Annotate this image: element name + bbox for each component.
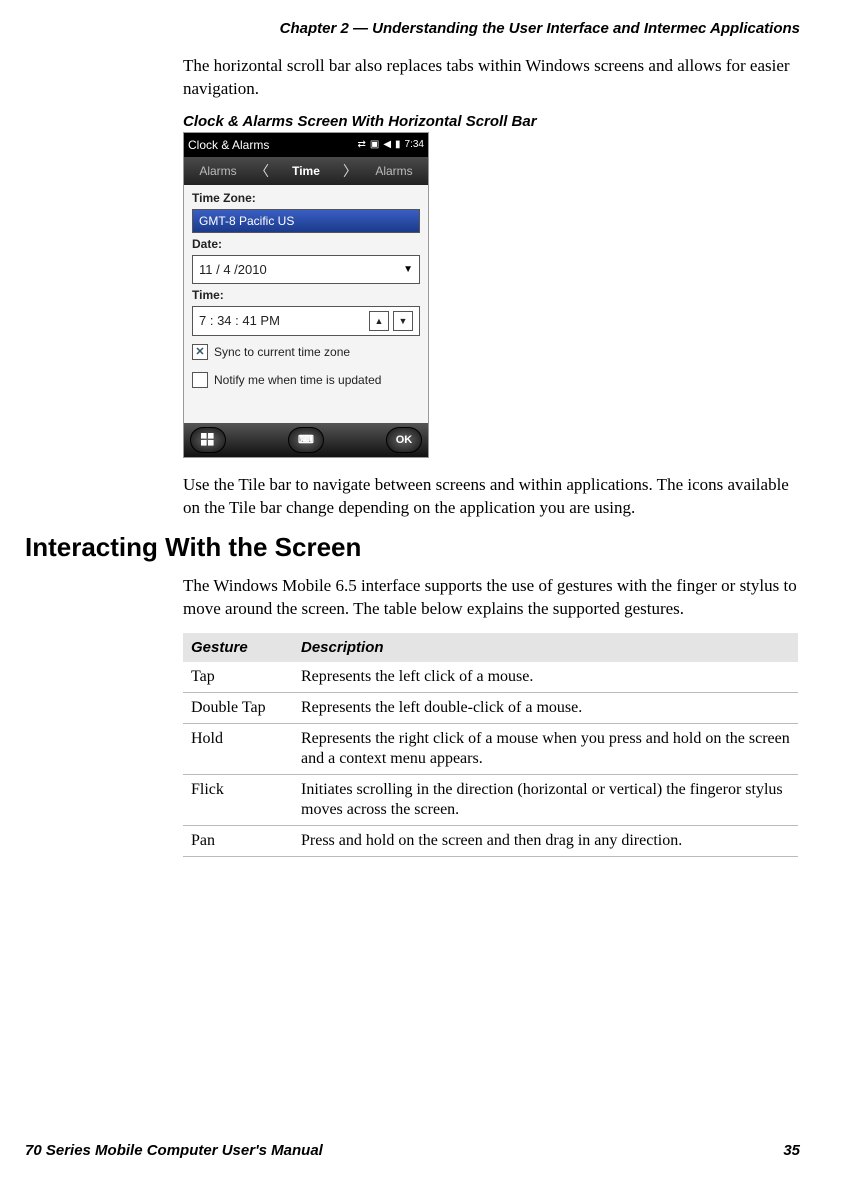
gesture-desc: Press and hold on the screen and then dr… xyxy=(293,825,798,856)
gesture-name: Tap xyxy=(183,662,293,693)
sync-row[interactable]: ✕ Sync to current time zone xyxy=(192,340,420,364)
timezone-label: Time Zone: xyxy=(192,191,420,205)
table-header-description: Description xyxy=(293,633,798,662)
ok-button[interactable]: OK xyxy=(386,427,422,453)
gesture-desc: Represents the left double-click of a mo… xyxy=(293,692,798,723)
chevron-right-icon[interactable]: 〉 xyxy=(340,161,360,181)
clock-alarms-screenshot: Clock & Alarms ⇄ ▣ ◀ ▮ 7:34 Alarms 〈 Tim… xyxy=(183,132,429,458)
gesture-desc: Initiates scrolling in the direction (ho… xyxy=(293,774,798,825)
time-label: Time: xyxy=(192,288,420,302)
footer-manual-title: 70 Series Mobile Computer User's Manual xyxy=(25,1142,323,1159)
figure-caption: Clock & Alarms Screen With Horizontal Sc… xyxy=(183,113,800,130)
notify-checkbox[interactable] xyxy=(192,372,208,388)
windows-icon xyxy=(201,433,215,447)
gestures-paragraph: The Windows Mobile 6.5 interface support… xyxy=(183,575,800,621)
tab-time[interactable]: Time xyxy=(272,164,340,178)
date-value: 11 / 4 /2010 xyxy=(199,262,267,277)
notify-row[interactable]: Notify me when time is updated xyxy=(192,368,420,392)
table-header-gesture: Gesture xyxy=(183,633,293,662)
tab-alarms-right[interactable]: Alarms xyxy=(360,164,428,178)
chapter-header: Chapter 2 — Understanding the User Inter… xyxy=(25,20,800,37)
intro-paragraph: The horizontal scroll bar also replaces … xyxy=(183,55,800,101)
screenshot-titlebar: Clock & Alarms ⇄ ▣ ◀ ▮ 7:34 xyxy=(184,133,428,157)
signal-icon: ⇄ xyxy=(357,139,365,150)
keyboard-button[interactable]: ⌨ xyxy=(288,427,324,453)
table-row: Tap Represents the left click of a mouse… xyxy=(183,662,798,693)
dropdown-icon[interactable]: ▼ xyxy=(403,264,413,275)
chevron-left-icon[interactable]: 〈 xyxy=(252,161,272,181)
battery-icon: ▮ xyxy=(395,139,401,150)
tab-alarms-left[interactable]: Alarms xyxy=(184,164,252,178)
clock-text: 7:34 xyxy=(405,139,424,150)
timezone-select[interactable]: GMT-8 Pacific US xyxy=(192,209,420,233)
table-row: Double Tap Represents the left double-cl… xyxy=(183,692,798,723)
gesture-table: Gesture Description Tap Represents the l… xyxy=(183,633,798,857)
page-footer: 70 Series Mobile Computer User's Manual … xyxy=(25,1142,800,1159)
time-up-button[interactable]: ▲ xyxy=(369,311,389,331)
tile-bar: ⌨ OK xyxy=(184,423,428,457)
start-button[interactable] xyxy=(190,427,226,453)
notify-label: Notify me when time is updated xyxy=(214,373,381,387)
time-down-button[interactable]: ▼ xyxy=(393,311,413,331)
time-value: 7 : 34 : 41 PM xyxy=(199,313,365,328)
network-icon: ▣ xyxy=(370,139,379,150)
tilebar-paragraph: Use the Tile bar to navigate between scr… xyxy=(183,474,800,520)
table-row: Flick Initiates scrolling in the directi… xyxy=(183,774,798,825)
gesture-name: Hold xyxy=(183,723,293,774)
keyboard-icon: ⌨ xyxy=(298,433,314,446)
table-row: Pan Press and hold on the screen and the… xyxy=(183,825,798,856)
screenshot-title: Clock & Alarms xyxy=(188,138,269,152)
gesture-name: Pan xyxy=(183,825,293,856)
gesture-name: Flick xyxy=(183,774,293,825)
horizontal-scroll-bar[interactable]: Alarms 〈 Time 〉 Alarms xyxy=(184,157,428,185)
gesture-desc: Represents the right click of a mouse wh… xyxy=(293,723,798,774)
sync-checkbox[interactable]: ✕ xyxy=(192,344,208,360)
volume-icon: ◀ xyxy=(383,139,391,150)
screenshot-body: Time Zone: GMT-8 Pacific US Date: 11 / 4… xyxy=(184,185,428,423)
status-icons: ⇄ ▣ ◀ ▮ 7:34 xyxy=(357,139,424,150)
section-heading: Interacting With the Screen xyxy=(25,532,800,563)
table-row: Hold Represents the right click of a mou… xyxy=(183,723,798,774)
date-label: Date: xyxy=(192,237,420,251)
gesture-name: Double Tap xyxy=(183,692,293,723)
gesture-desc: Represents the left click of a mouse. xyxy=(293,662,798,693)
sync-label: Sync to current time zone xyxy=(214,345,350,359)
date-input[interactable]: 11 / 4 /2010 ▼ xyxy=(192,255,420,284)
page-number: 35 xyxy=(783,1142,800,1159)
time-input[interactable]: 7 : 34 : 41 PM ▲ ▼ xyxy=(192,306,420,336)
